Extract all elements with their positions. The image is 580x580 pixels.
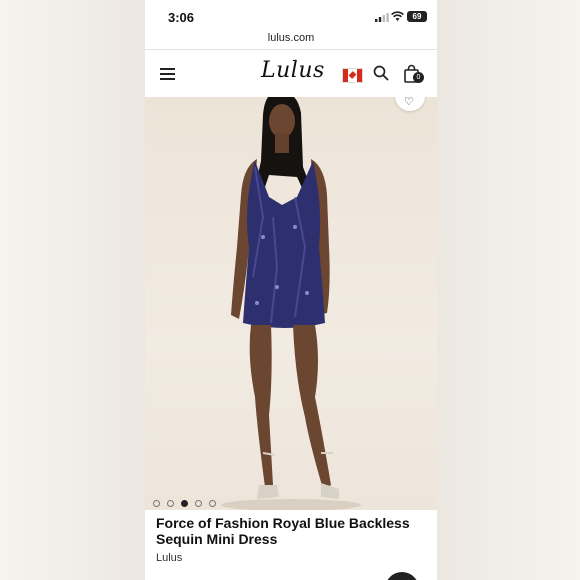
carousel-dot[interactable] <box>167 500 174 507</box>
address-bar-url[interactable]: lulus.com <box>145 32 437 44</box>
battery-icon: 69 <box>407 11 427 22</box>
carousel-dot[interactable] <box>153 500 160 507</box>
bag-count-badge: 0 <box>413 72 424 83</box>
product-title: Force of Fashion Royal Blue Backless Seq… <box>156 515 410 547</box>
floating-action-button[interactable] <box>385 572 419 580</box>
heart-icon: ♡ <box>404 97 414 108</box>
site-header: Lulus 0 <box>145 50 437 97</box>
status-time: 3:06 <box>168 10 195 25</box>
site-logo[interactable]: Lulus <box>261 58 325 83</box>
wifi-icon <box>391 11 404 21</box>
search-icon[interactable] <box>373 65 389 81</box>
background-left <box>0 0 145 580</box>
canada-flag-icon[interactable] <box>342 68 363 83</box>
carousel-dot[interactable] <box>195 500 202 507</box>
image-carousel-dots <box>153 494 223 507</box>
menu-icon[interactable] <box>160 68 175 80</box>
product-brand[interactable]: Lulus <box>156 552 182 564</box>
model-photo <box>221 97 361 510</box>
background-right <box>437 0 580 580</box>
carousel-dot-active[interactable] <box>181 500 188 507</box>
cellular-signal-icon <box>375 13 389 22</box>
phone-screen: 3:06 69 lulus.com Lulus 0 ♡ Force of Fas… <box>145 0 437 580</box>
status-bar: 3:06 69 <box>145 0 437 32</box>
product-image[interactable]: ♡ <box>145 97 437 510</box>
carousel-dot[interactable] <box>209 500 216 507</box>
